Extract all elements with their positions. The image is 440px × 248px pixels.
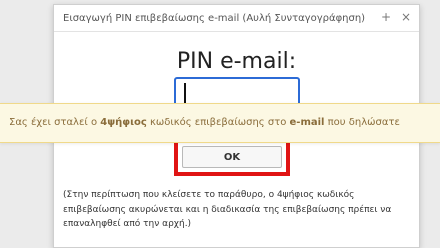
plus-icon[interactable]: + — [381, 11, 391, 23]
close-icon[interactable]: × — [401, 11, 411, 23]
notification-text-part3: που δηλώσατε — [324, 117, 400, 128]
pin-heading: PIN e-mail: — [176, 49, 297, 74]
ok-button-highlight: OK — [174, 138, 290, 176]
notification-text-part2: κωδικός επιβεβαίωσης στο — [146, 117, 290, 128]
notification-text: Σας έχει σταλεί ο 4ψήφιος κωδικός επιβεβ… — [9, 117, 400, 128]
notification-banner: Σας έχει σταλεί ο 4ψήφιος κωδικός επιβεβ… — [0, 103, 440, 143]
ok-button[interactable]: OK — [182, 146, 282, 168]
notification-bold-email: e-mail — [289, 117, 325, 128]
dialog-titlebar: Εισαγωγή PIN επιβεβαίωσης e-mail (Αυλή Σ… — [54, 5, 419, 32]
cancel-note: (Στην περίπτωση που κλείσετε το παράθυρο… — [63, 190, 392, 229]
notification-text-part1: Σας έχει σταλεί ο — [9, 117, 101, 128]
text-caret — [184, 83, 186, 103]
notification-bold-digits: 4ψήφιος — [100, 117, 147, 128]
dialog-title: Εισαγωγή PIN επιβεβαίωσης e-mail (Αυλή Σ… — [63, 13, 366, 24]
